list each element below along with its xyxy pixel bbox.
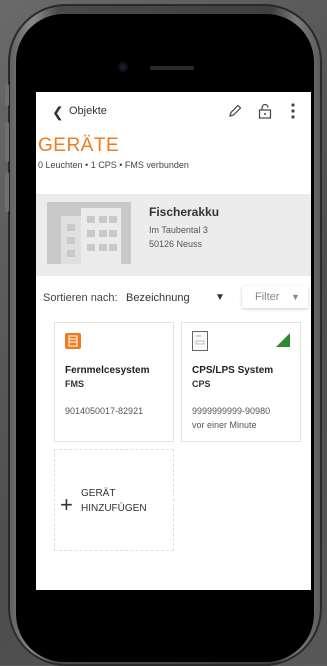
add-device-card[interactable]: + GERÄT HINZUFÜGEN xyxy=(54,449,174,551)
fms-icon xyxy=(65,333,81,349)
caret-down-icon: ▼ xyxy=(291,292,300,302)
sort-label: Sortieren nach: xyxy=(43,292,118,304)
page-subtitle: 0 Leuchten • 1 CPS • FMS verbunden xyxy=(38,160,189,170)
caret-down-icon[interactable]: ▼ xyxy=(215,292,225,303)
object-name: Fischerakku xyxy=(149,205,220,219)
device-card[interactable]: CPS/LPS System CPS 9999999999-90980 vor … xyxy=(181,322,301,442)
device-name: CPS/LPS System xyxy=(192,365,274,376)
app-screen: ❮ Objekte GERÄTE 0 Leuchten • 1 CPS • FM… xyxy=(36,92,311,590)
device-serial: 9014050017-82921 xyxy=(65,406,144,416)
volume-down-button xyxy=(5,172,9,212)
more-vertical-icon[interactable] xyxy=(290,102,296,120)
plus-icon: + xyxy=(60,492,73,517)
volume-up-button xyxy=(5,122,9,162)
speaker-grille xyxy=(150,66,194,70)
back-link[interactable]: Objekte xyxy=(69,105,107,117)
add-device-label-1: GERÄT xyxy=(81,488,116,499)
device-type: FMS xyxy=(65,379,84,389)
camera-icon xyxy=(118,62,128,72)
top-nav: ❮ Objekte xyxy=(36,92,311,132)
sort-select[interactable]: Bezeichnung xyxy=(126,292,190,304)
add-device-label-2: HINZUFÜGEN xyxy=(81,503,147,514)
pencil-icon[interactable] xyxy=(228,104,242,118)
unlock-icon[interactable] xyxy=(258,103,272,119)
device-serial: 9999999999-90980 xyxy=(192,406,271,416)
object-street: Im Taubental 3 xyxy=(149,225,208,235)
filter-label: Filter xyxy=(255,291,280,303)
page-title: GERÄTE xyxy=(38,135,120,156)
object-header[interactable]: Fischerakku Im Taubental 3 50126 Neuss xyxy=(36,194,311,276)
device-name: Fernmelcesystem xyxy=(65,365,150,376)
object-city: 50126 Neuss xyxy=(149,239,203,249)
device-last-seen: vor einer Minute xyxy=(192,420,257,430)
device-card[interactable]: Fernmelcesystem FMS 9014050017-82921 xyxy=(54,322,174,442)
sort-bar: Sortieren nach: Bezeichnung ▼ Filter ▼ xyxy=(36,286,311,310)
cps-icon xyxy=(192,331,208,351)
building-image xyxy=(47,202,131,264)
device-type: CPS xyxy=(192,379,211,389)
back-arrow-icon[interactable]: ❮ xyxy=(52,104,64,121)
filter-button[interactable]: Filter ▼ xyxy=(242,286,308,308)
mute-switch xyxy=(5,84,9,106)
status-indicator xyxy=(276,333,290,347)
